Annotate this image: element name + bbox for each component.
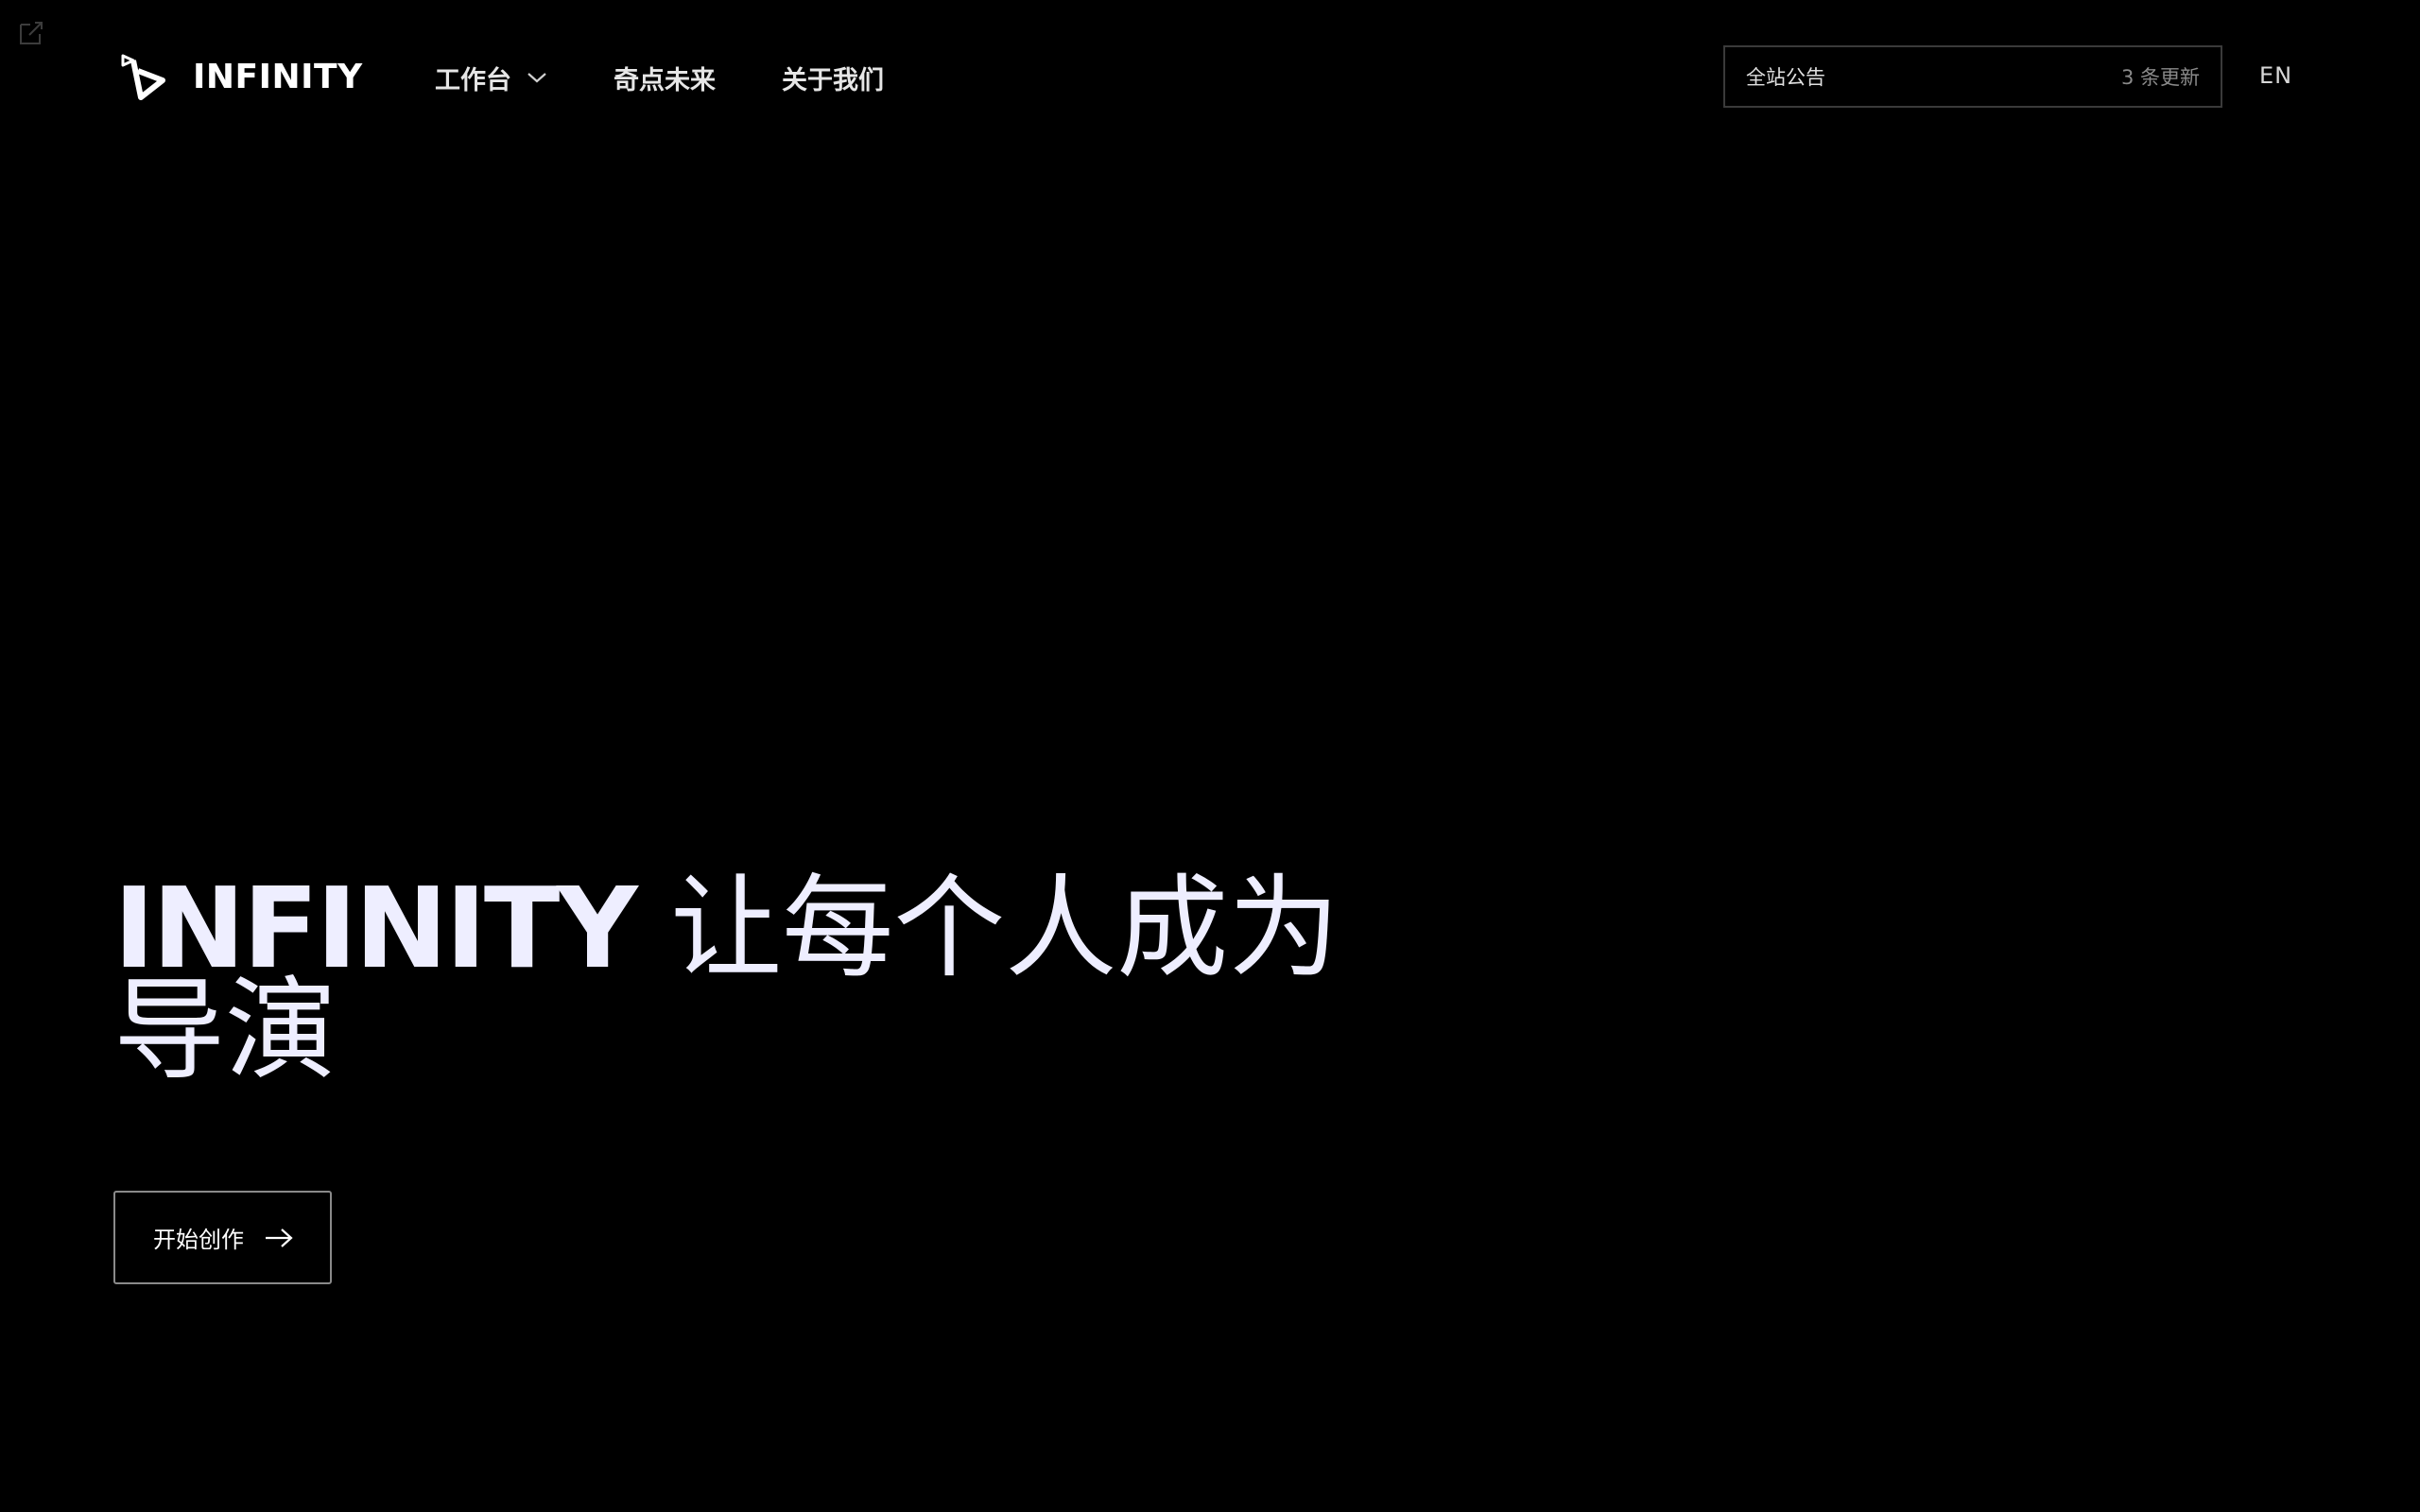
nav-item-label: 关于我们: [782, 65, 884, 95]
arrow-right-icon: [266, 1228, 293, 1247]
page: INFINITY 工作台 奇点未来 关于我们 全站公告 3 条更新 EN INF…: [0, 0, 2420, 1512]
brand-name: INFINITY: [193, 57, 363, 96]
announcement-count: 3 条更新: [2120, 66, 2200, 89]
external-link-icon[interactable]: [17, 19, 45, 47]
language-toggle[interactable]: EN: [2259, 62, 2292, 89]
brand-logo[interactable]: INFINITY: [117, 52, 363, 101]
hero-section: INFINITY 让每个人成为导演: [113, 872, 1342, 1086]
cta-label: 开始创作: [153, 1227, 244, 1253]
nav-item-about-us[interactable]: 关于我们: [782, 60, 884, 96]
nav-item-workbench[interactable]: 工作台: [435, 60, 547, 96]
announcement-title: 全站公告: [1746, 66, 1825, 89]
nav-item-singularity-future[interactable]: 奇点未来: [614, 60, 716, 96]
start-creating-button[interactable]: 开始创作: [113, 1191, 332, 1284]
hero-title: INFINITY 让每个人成为导演: [113, 872, 1342, 1086]
nav-item-label: 工作台: [435, 65, 511, 95]
logo-mark-icon: [121, 54, 165, 100]
chevron-down-icon: [527, 73, 546, 83]
nav-item-label: 奇点未来: [614, 65, 716, 95]
main-nav: 工作台 奇点未来 关于我们: [435, 59, 950, 96]
announcement-bar[interactable]: 全站公告 3 条更新: [1723, 45, 2222, 108]
